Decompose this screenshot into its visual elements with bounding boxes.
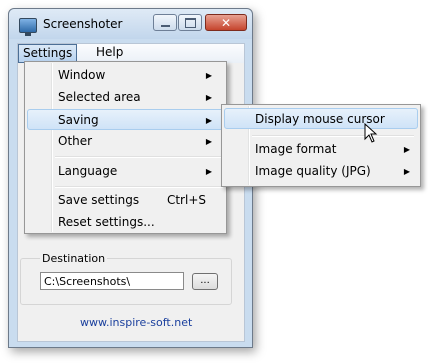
browse-button[interactable]: ... [192, 273, 218, 290]
menu-item-label: Saving [58, 113, 99, 127]
maximize-button[interactable] [178, 14, 202, 31]
submenu-arrow-icon: ▶ [205, 93, 212, 102]
menu-item-image-quality[interactable]: Image quality (JPG) ▶ [224, 161, 418, 182]
menu-item-language[interactable]: Language ▶ [27, 161, 224, 182]
submenu-arrow-icon: ▶ [205, 71, 212, 80]
menu-item-label: Window [58, 68, 106, 82]
menu-separator [252, 135, 414, 136]
menu-item-label: Selected area [58, 90, 141, 104]
mouse-cursor-icon [364, 123, 378, 143]
menu-item-shortcut: Ctrl+S [166, 193, 206, 207]
website-link[interactable]: www.inspire-soft.net [80, 316, 192, 329]
app-icon[interactable] [19, 18, 37, 36]
window-title: Screenshoter [43, 17, 123, 31]
menu-item-image-format[interactable]: Image format ▶ [224, 139, 418, 160]
menu-item-save-settings[interactable]: Save settings Ctrl+S [27, 190, 224, 211]
menu-separator [55, 156, 223, 157]
menu-item-label: Language [58, 164, 118, 178]
menu-item-label: Image quality (JPG) [255, 164, 371, 178]
menu-item-window[interactable]: Window ▶ [27, 65, 224, 86]
minimize-icon [160, 24, 170, 27]
submenu-arrow-icon: ▶ [205, 167, 212, 176]
submenu-arrow-icon: ▶ [403, 167, 410, 176]
submenu-arrow-icon: ▶ [403, 145, 410, 154]
close-button[interactable]: ✕ [205, 14, 247, 31]
maximize-icon [184, 17, 196, 28]
menu-help[interactable]: Help [92, 45, 127, 60]
menu-item-label: Image format [255, 142, 337, 156]
menu-item-reset-settings[interactable]: Reset settings... [27, 212, 224, 233]
menu-item-label: Save settings [58, 193, 140, 207]
menu-separator [55, 186, 223, 187]
close-icon: ✕ [220, 15, 232, 30]
settings-dropdown: Window ▶ Selected area ▶ Saving ▶ Other … [24, 61, 227, 234]
menu-item-other[interactable]: Other ▶ [27, 131, 224, 152]
saving-submenu: Display mouse cursor Image format ▶ Imag… [221, 104, 421, 187]
menu-item-label: Other [58, 134, 93, 148]
menu-item-label: Reset settings... [58, 215, 155, 229]
destination-path-field[interactable]: C:\Screenshots\ [40, 272, 184, 290]
submenu-arrow-icon: ▶ [205, 137, 212, 146]
destination-label: Destination [40, 252, 108, 265]
minimize-button[interactable] [153, 14, 177, 31]
menu-item-saving[interactable]: Saving ▶ [27, 109, 224, 130]
menu-item-selected-area[interactable]: Selected area ▶ [27, 87, 224, 108]
title-bar[interactable]: Screenshoter ✕ [9, 9, 252, 39]
menu-item-display-mouse-cursor[interactable]: Display mouse cursor [224, 108, 418, 129]
submenu-arrow-icon: ▶ [205, 116, 212, 125]
